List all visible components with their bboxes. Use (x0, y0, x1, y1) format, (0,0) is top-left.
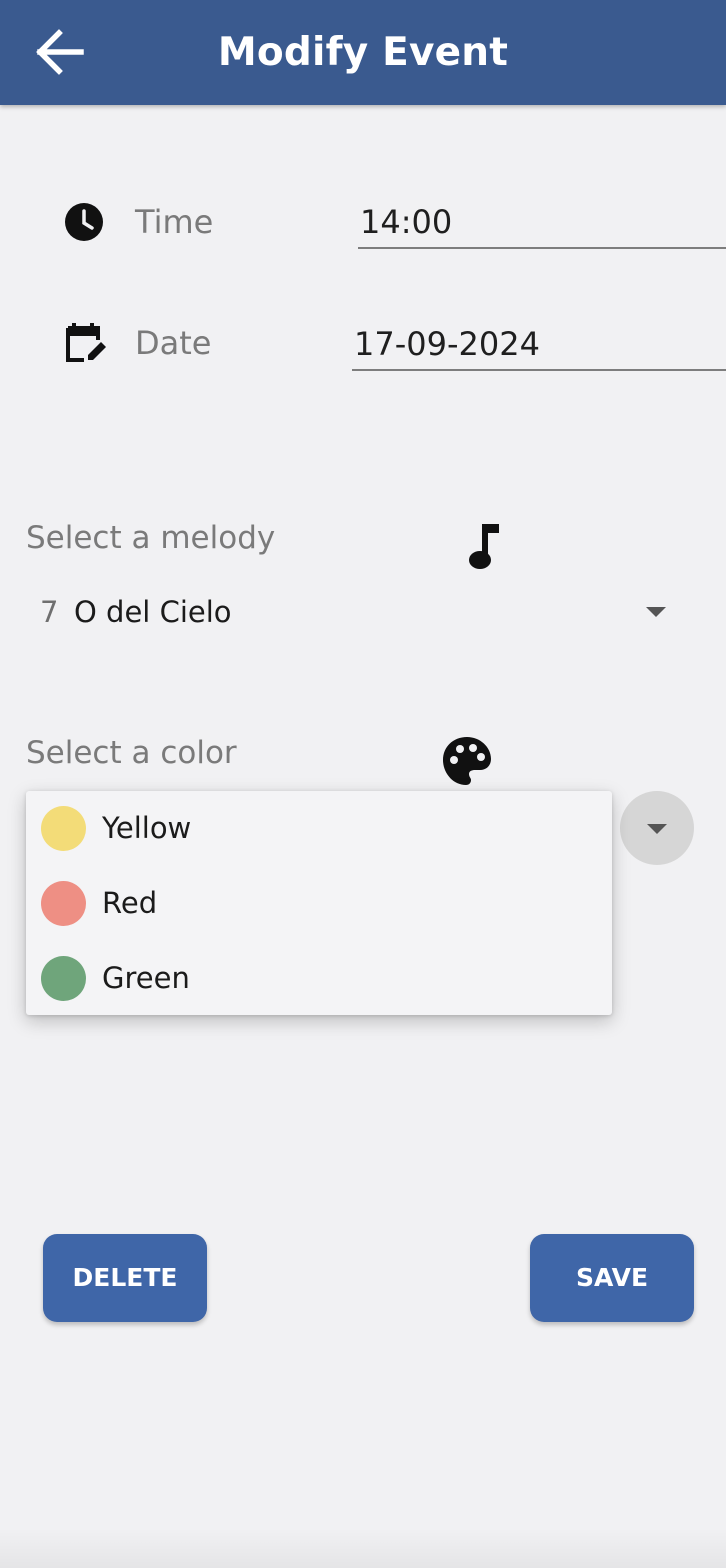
chevron-down-icon (647, 824, 667, 834)
melody-dropdown[interactable]: 7 O del Cielo (26, 585, 686, 641)
date-label: Date (135, 324, 212, 362)
color-option-label: Red (102, 886, 158, 920)
color-option-label: Yellow (102, 811, 192, 845)
melody-selected: O del Cielo (74, 595, 232, 629)
clock-icon (65, 203, 103, 241)
delete-button[interactable]: DELETE (43, 1234, 207, 1322)
time-label: Time (135, 203, 214, 241)
melody-label: Select a melody (26, 520, 276, 556)
date-field[interactable]: 17-09-2024 (352, 319, 726, 371)
green-swatch-icon (41, 956, 86, 1001)
bottom-shadow (0, 1528, 726, 1568)
music-note-icon (469, 524, 499, 569)
red-swatch-icon (41, 881, 86, 926)
app-bar: Modify Event (0, 0, 726, 105)
calendar-edit-icon (66, 323, 106, 362)
date-value: 17-09-2024 (354, 325, 540, 363)
page-title: Modify Event (217, 30, 509, 75)
color-dropdown-menu: Yellow Red Green (26, 791, 612, 1015)
time-field[interactable]: 14:00 (358, 197, 726, 249)
color-dropdown-button[interactable] (620, 791, 694, 865)
yellow-swatch-icon (41, 806, 86, 851)
color-option-green[interactable]: Green (26, 941, 612, 1016)
time-value: 14:00 (360, 203, 453, 241)
palette-icon (443, 737, 491, 785)
color-label: Select a color (26, 735, 237, 771)
color-option-red[interactable]: Red (26, 866, 612, 941)
color-option-yellow[interactable]: Yellow (26, 791, 612, 866)
chevron-down-icon (646, 607, 666, 617)
color-option-label: Green (102, 961, 190, 995)
melody-number: 7 (40, 595, 59, 629)
save-button[interactable]: SAVE (530, 1234, 694, 1322)
